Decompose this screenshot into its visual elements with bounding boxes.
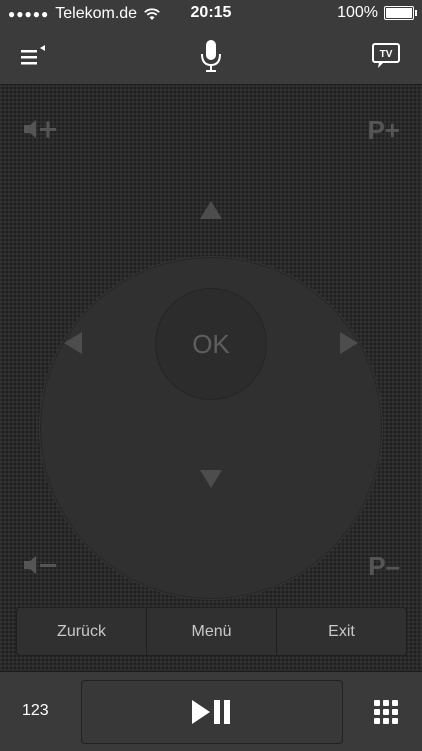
play-pause-button[interactable] <box>81 680 343 744</box>
menu-list-icon[interactable] <box>14 38 54 74</box>
keypad-grid-icon[interactable] <box>374 700 398 724</box>
function-button-bar: Zurück Menü Exit <box>16 607 407 656</box>
ok-button[interactable]: OK <box>155 288 267 400</box>
battery-icon <box>384 6 417 20</box>
arrow-up-button[interactable] <box>200 201 222 219</box>
status-bar: ●●●●● Telekom.de 20:15 100% <box>0 0 422 28</box>
volume-up-icon[interactable] <box>22 117 58 141</box>
battery-percent: 100% <box>337 4 378 21</box>
tv-icon[interactable]: TV <box>366 38 406 74</box>
volume-down-icon[interactable] <box>22 553 58 577</box>
arrow-right-button[interactable] <box>340 332 358 354</box>
back-button[interactable]: Zurück <box>17 608 147 655</box>
remote-area: P+ OK P– <box>0 85 422 670</box>
program-up-button[interactable]: P+ <box>367 115 400 146</box>
bottom-toolbar: 123 <box>0 671 422 751</box>
menu-button[interactable]: Menü <box>147 608 277 655</box>
arrow-left-button[interactable] <box>64 332 82 354</box>
play-pause-icon <box>192 700 230 724</box>
tv-icon-label: TV <box>380 49 393 60</box>
exit-button[interactable]: Exit <box>277 608 406 655</box>
status-right: 100% <box>337 4 417 22</box>
numpad-button[interactable]: 123 <box>22 702 49 720</box>
arrow-down-button[interactable] <box>200 470 222 488</box>
microphone-icon[interactable] <box>191 38 231 74</box>
nav-bar: TV <box>0 28 422 85</box>
program-down-button[interactable]: P– <box>368 551 400 582</box>
